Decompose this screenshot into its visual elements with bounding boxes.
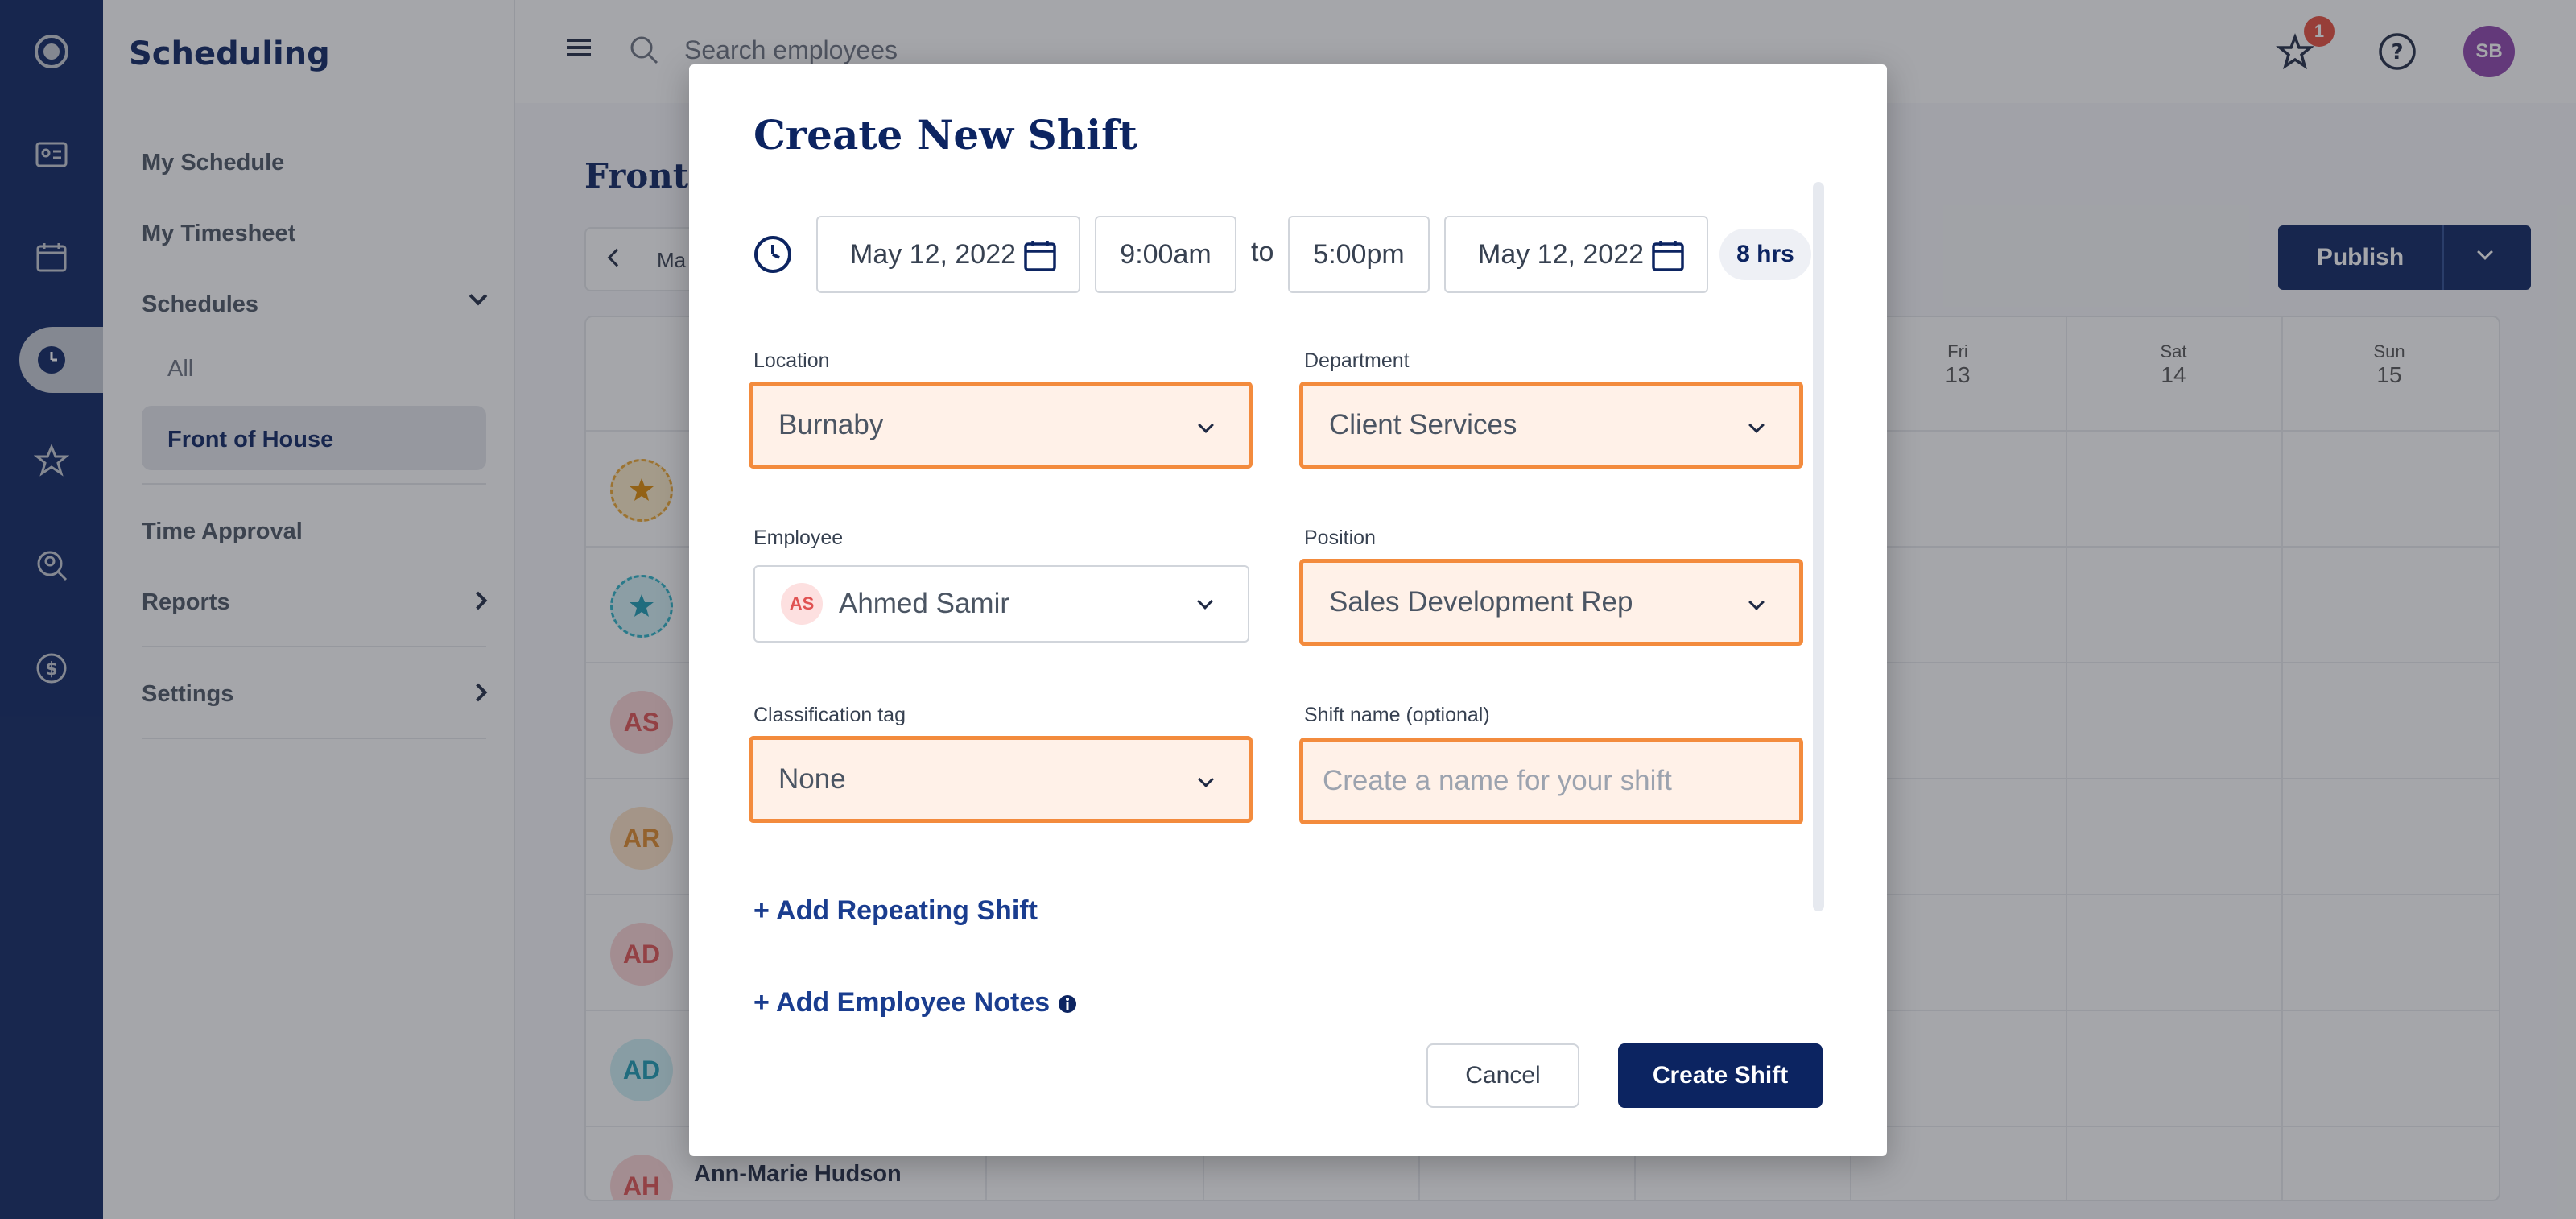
location-value: Burnaby [778,409,884,440]
chevron-down-icon [1198,771,1214,787]
create-shift-dialog: Create New Shift May 12, 2022 9:00am to … [689,64,1887,1156]
end-time-picker[interactable]: 5:00pm [1288,216,1430,293]
department-label: Department [1304,349,1410,372]
department-select[interactable]: Client Services [1299,382,1803,469]
location-label: Location [753,349,830,372]
chevron-down-icon [1748,417,1765,433]
add-repeating-shift-link[interactable]: + Add Repeating Shift [753,895,1038,927]
add-employee-notes-link[interactable]: + Add Employee Notes [753,987,1079,1019]
chevron-down-icon [1197,593,1213,610]
classification-label: Classification tag [753,704,906,726]
clock-icon [752,233,794,279]
shift-name-label: Shift name (optional) [1304,704,1490,726]
position-select[interactable]: Sales Development Rep [1299,559,1803,646]
scrollbar[interactable] [1813,182,1824,911]
chevron-down-icon [1748,594,1765,610]
add-employee-notes-label: + Add Employee Notes [753,987,1051,1018]
calendar-icon[interactable] [1022,238,1058,274]
dialog-title: Create New Shift [753,111,1137,159]
employee-label: Employee [753,527,844,549]
to-label: to [1251,237,1274,267]
end-time-value: 5:00pm [1313,238,1405,270]
cancel-button[interactable]: Cancel [1426,1043,1579,1108]
shift-name-input[interactable]: Create a name for your shift [1299,738,1803,824]
position-label: Position [1304,527,1376,549]
duration-badge: 8 hrs [1719,229,1811,280]
calendar-icon[interactable] [1650,238,1686,274]
app-root: $ Scheduling My Schedule My Timesheet Sc… [0,0,2576,1219]
start-date-picker[interactable]: May 12, 2022 [816,216,1080,293]
create-shift-button[interactable]: Create Shift [1618,1043,1823,1108]
employee-value: Ahmed Samir [839,588,1010,619]
department-value: Client Services [1329,409,1517,440]
location-select[interactable]: Burnaby [749,382,1253,469]
start-date-value: May 12, 2022 [850,238,1017,270]
start-time-value: 9:00am [1120,238,1212,270]
chevron-down-icon [1198,417,1214,433]
employee-avatar: AS [781,583,823,625]
info-icon[interactable] [1056,993,1079,1015]
employee-select[interactable]: AS Ahmed Samir [753,565,1249,643]
end-date-picker[interactable]: May 12, 2022 [1444,216,1708,293]
classification-value: None [778,763,846,795]
end-date-value: May 12, 2022 [1478,238,1645,270]
shift-name-placeholder: Create a name for your shift [1323,765,1672,796]
position-value: Sales Development Rep [1329,586,1633,618]
start-time-picker[interactable]: 9:00am [1095,216,1236,293]
classification-select[interactable]: None [749,736,1253,823]
